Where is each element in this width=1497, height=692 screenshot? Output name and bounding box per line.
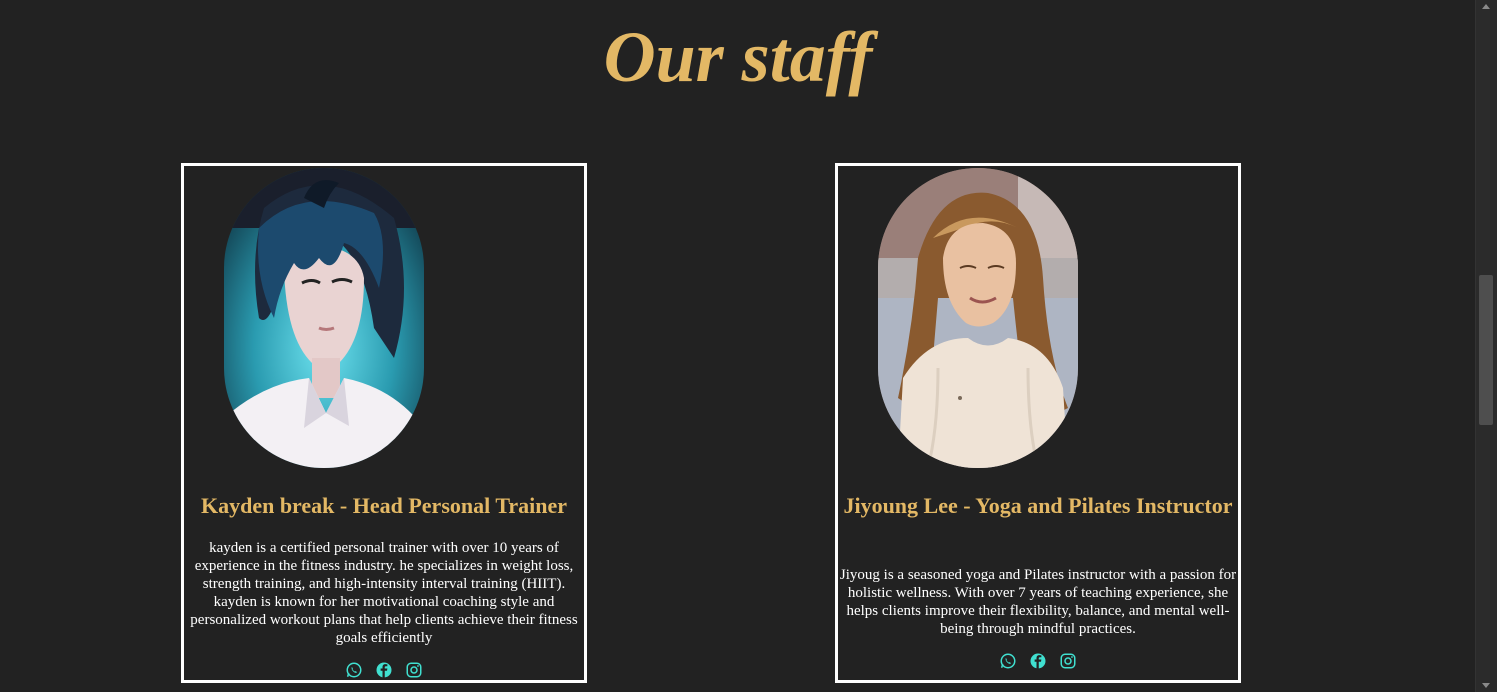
whatsapp-icon[interactable] — [345, 661, 363, 679]
page-title: Our staff — [603, 17, 873, 97]
instagram-icon[interactable] — [1059, 652, 1077, 670]
social-links — [184, 661, 584, 679]
staff-description: kayden is a certified personal trainer w… — [190, 540, 578, 646]
scroll-up-arrow-icon[interactable] — [1482, 4, 1490, 9]
scrollbar-thumb[interactable] — [1479, 275, 1493, 425]
social-links — [838, 652, 1238, 670]
staff-photo — [878, 168, 1078, 468]
staff-card-jiyoung: Jiyoung Lee - Yoga and Pilates Instructo… — [835, 163, 1241, 683]
portrait-illustration — [224, 168, 424, 468]
portrait-photo — [878, 168, 1078, 468]
staff-photo — [224, 168, 424, 468]
whatsapp-icon[interactable] — [999, 652, 1017, 670]
scroll-down-arrow-icon[interactable] — [1482, 683, 1490, 688]
staff-description: Jiyoug is a seasoned yoga and Pilates in… — [839, 567, 1237, 637]
facebook-icon[interactable] — [1029, 652, 1047, 670]
instagram-icon[interactable] — [405, 661, 423, 679]
staff-card-kayden: Kayden break - Head Personal Trainer kay… — [181, 163, 587, 683]
vertical-scrollbar[interactable] — [1475, 0, 1497, 692]
staff-name-title: Jiyoung Lee - Yoga and Pilates Instructo… — [843, 493, 1233, 518]
staff-name-title: Kayden break - Head Personal Trainer — [200, 493, 568, 518]
facebook-icon[interactable] — [375, 661, 393, 679]
